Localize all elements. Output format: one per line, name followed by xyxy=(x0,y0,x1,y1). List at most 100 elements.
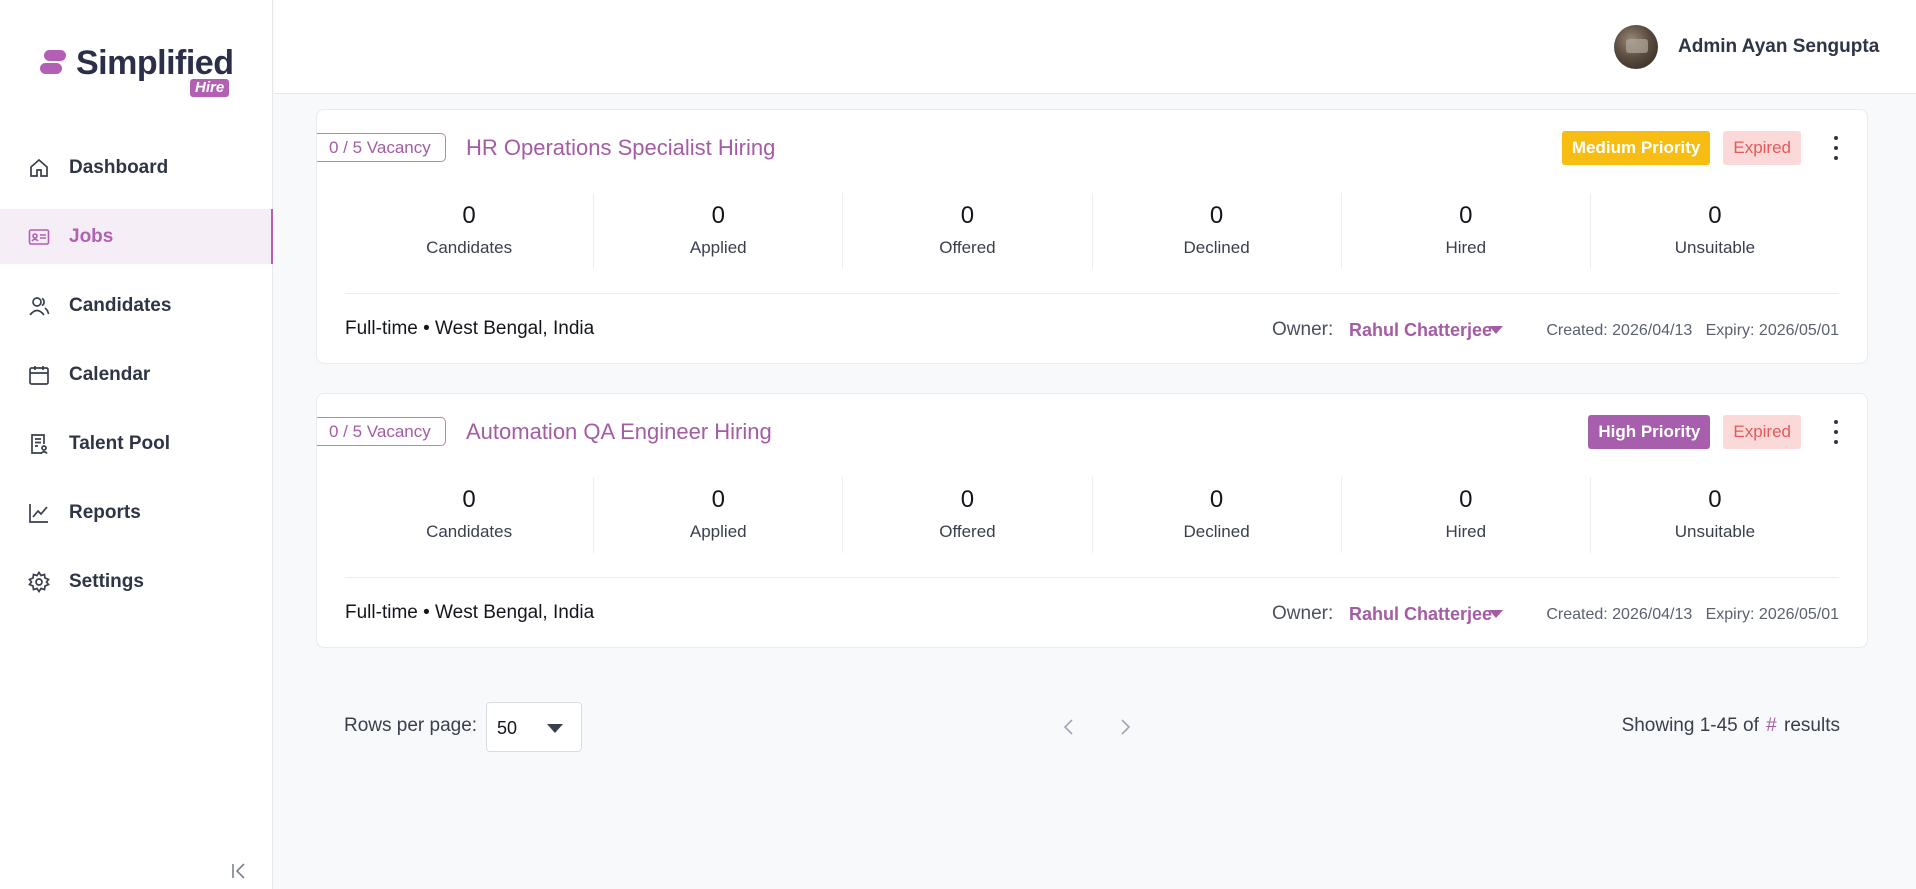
sidebar-item-talent-pool[interactable]: Talent Pool xyxy=(0,416,273,471)
more-options-icon[interactable] xyxy=(1831,136,1841,160)
rows-per-page-value: 50 xyxy=(497,718,518,738)
rows-per-page-label: Rows per page: xyxy=(344,715,478,736)
sidebar-item-dashboard[interactable]: Dashboard xyxy=(0,140,273,195)
stat-label: Hired xyxy=(1445,238,1487,257)
stat-value: 0 xyxy=(1209,486,1224,513)
showing-prefix: Showing 1-45 of xyxy=(1621,715,1759,736)
logo-mark-icon xyxy=(40,48,66,74)
sidebar-item-label: Jobs xyxy=(69,225,114,247)
sidebar-item-label: Calendar xyxy=(69,363,151,385)
chart-line-icon xyxy=(28,502,50,524)
stat-label: Declined xyxy=(1183,522,1250,541)
brand-logo[interactable]: Simplified Hire xyxy=(40,44,240,100)
more-options-icon[interactable] xyxy=(1831,420,1841,444)
pagination: Rows per page: 50 Showing 1-45 of # resu… xyxy=(316,702,1868,752)
stat-label: Unsuitable xyxy=(1674,522,1756,541)
chevron-right-icon[interactable] xyxy=(1114,716,1136,738)
sidebar-nav: Dashboard Jobs Candidates Calendar Talen… xyxy=(0,140,273,623)
job-badges: Medium Priority Expired xyxy=(1561,131,1801,165)
job-title[interactable]: Automation QA Engineer Hiring xyxy=(466,419,772,445)
job-type-location: Full-time • West Bengal, India xyxy=(345,318,595,339)
stat-value: 0 xyxy=(1708,202,1722,229)
stat-unsuitable[interactable]: 0 Unsuitable xyxy=(1591,193,1839,269)
stat-value: 0 xyxy=(1459,202,1473,229)
stat-label: Applied xyxy=(689,522,747,541)
stat-value: 0 xyxy=(1209,202,1224,229)
stat-value: 0 xyxy=(711,486,725,513)
chevron-left-icon[interactable] xyxy=(1058,716,1080,738)
sidebar-item-label: Candidates xyxy=(69,294,172,316)
stat-offered[interactable]: 0 Offered xyxy=(843,193,1093,269)
stat-declined[interactable]: 0 Declined xyxy=(1093,193,1342,269)
sidebar-item-reports[interactable]: Reports xyxy=(0,485,273,540)
users-icon xyxy=(28,295,50,317)
vacancy-badge: 0 / 5 Vacancy xyxy=(317,417,446,446)
stat-value: 0 xyxy=(462,486,476,513)
status-badge: Expired xyxy=(1723,131,1801,165)
stat-label: Unsuitable xyxy=(1674,238,1756,257)
sidebar: Simplified Hire Dashboard Jobs Candidate… xyxy=(0,0,273,889)
stat-label: Candidates xyxy=(426,238,513,257)
talent-pool-icon xyxy=(28,433,50,455)
top-bar: Admin Ayan Sengupta xyxy=(274,0,1916,94)
avatar[interactable] xyxy=(1614,25,1658,69)
stat-label: Offered xyxy=(939,522,996,541)
stat-applied[interactable]: 0 Applied xyxy=(594,477,844,553)
job-badges: High Priority Expired xyxy=(1588,415,1801,449)
job-stats: 0 Candidates 0 Applied 0 Offered 0 Declined … xyxy=(345,193,1839,269)
results-count: # xyxy=(1766,715,1777,736)
job-dates: Created: 2026/04/13 Expiry: 2026/05/01 xyxy=(1546,606,1839,624)
sidebar-item-settings[interactable]: Settings xyxy=(0,554,273,609)
sidebar-item-candidates[interactable]: Candidates xyxy=(0,278,273,333)
collapse-sidebar-icon[interactable] xyxy=(228,860,250,882)
brand-name: Simplified xyxy=(76,44,234,82)
job-dates: Created: 2026/04/13 Expiry: 2026/05/01 xyxy=(1546,322,1839,340)
divider xyxy=(345,577,1839,578)
user-name[interactable]: Admin Ayan Sengupta xyxy=(1678,36,1879,58)
stat-candidates[interactable]: 0 Candidates xyxy=(345,193,595,269)
caret-down-icon xyxy=(547,724,563,733)
priority-badge: High Priority xyxy=(1588,415,1711,449)
priority-badge: Medium Priority xyxy=(1561,131,1711,165)
vacancy-badge: 0 / 5 Vacancy xyxy=(317,133,446,162)
stat-unsuitable[interactable]: 0 Unsuitable xyxy=(1591,477,1839,553)
status-badge: Expired xyxy=(1723,415,1801,449)
stat-value: 0 xyxy=(1708,486,1722,513)
owner-dropdown[interactable]: Rahul Chatterjee xyxy=(1349,604,1492,625)
stat-label: Hired xyxy=(1445,522,1487,541)
brand-tag: Hire xyxy=(190,79,230,97)
expiry-date: Expiry: 2026/05/01 xyxy=(1705,322,1839,339)
stat-hired[interactable]: 0 Hired xyxy=(1342,477,1591,553)
caret-down-icon[interactable] xyxy=(1489,610,1503,618)
job-stats: 0 Candidates 0 Applied 0 Offered 0 Declined … xyxy=(345,477,1839,553)
stat-value: 0 xyxy=(960,202,975,229)
sidebar-item-label: Reports xyxy=(69,501,141,523)
owner-dropdown[interactable]: Rahul Chatterjee xyxy=(1349,320,1492,341)
sidebar-item-calendar[interactable]: Calendar xyxy=(0,347,273,402)
sidebar-item-jobs[interactable]: Jobs xyxy=(0,209,273,264)
stat-label: Candidates xyxy=(426,522,513,541)
stat-applied[interactable]: 0 Applied xyxy=(594,193,844,269)
sidebar-item-label: Dashboard xyxy=(69,156,169,178)
showing-suffix: results xyxy=(1784,715,1840,736)
id-card-icon xyxy=(28,226,50,248)
stat-hired[interactable]: 0 Hired xyxy=(1342,193,1591,269)
home-icon xyxy=(28,157,50,179)
caret-down-icon[interactable] xyxy=(1489,326,1503,334)
rows-per-page-select[interactable]: 50 xyxy=(486,702,582,752)
gear-icon xyxy=(28,570,50,593)
stat-value: 0 xyxy=(711,202,725,229)
results-summary: Showing 1-45 of # results xyxy=(1622,715,1840,737)
created-date: Created: 2026/04/13 xyxy=(1546,606,1693,623)
job-title[interactable]: HR Operations Specialist Hiring xyxy=(466,135,775,161)
job-type-location: Full-time • West Bengal, India xyxy=(345,602,595,623)
created-date: Created: 2026/04/13 xyxy=(1546,322,1693,339)
stat-value: 0 xyxy=(1459,486,1473,513)
sidebar-item-label: Settings xyxy=(69,570,144,592)
owner-label: Owner: xyxy=(1272,319,1334,340)
stat-label: Declined xyxy=(1183,238,1250,257)
job-card: 0 / 5 Vacancy Automation QA Engineer Hir… xyxy=(316,393,1868,648)
stat-candidates[interactable]: 0 Candidates xyxy=(345,477,595,553)
stat-offered[interactable]: 0 Offered xyxy=(843,477,1093,553)
stat-declined[interactable]: 0 Declined xyxy=(1093,477,1342,553)
